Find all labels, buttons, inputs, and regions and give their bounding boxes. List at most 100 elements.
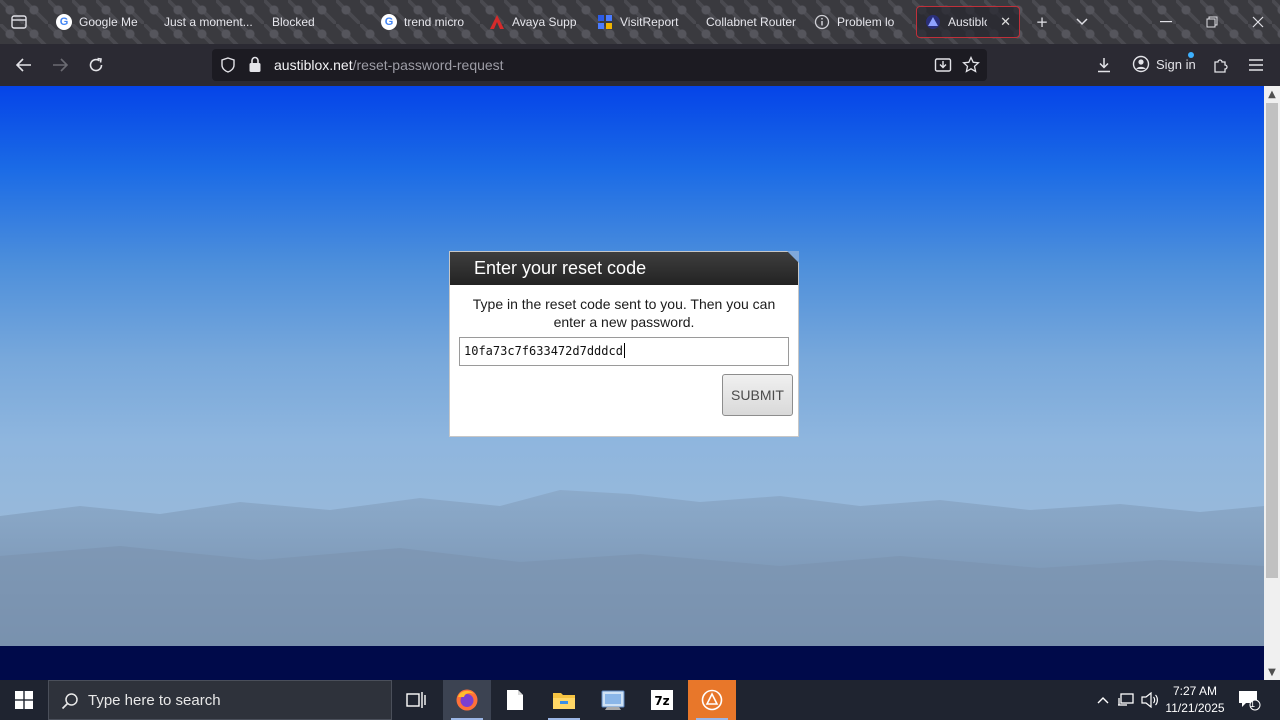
- taskbar-clock[interactable]: 7:27 AM 11/21/2025: [1160, 683, 1230, 717]
- taskbar-search-box[interactable]: Type here to search: [48, 680, 392, 720]
- windows-logo-icon: [15, 691, 33, 709]
- account-icon: [1132, 55, 1150, 73]
- visitreport-icon: [597, 14, 613, 30]
- taskbar-notepad[interactable]: [491, 680, 539, 720]
- puzzle-icon: [1214, 59, 1228, 73]
- download-icon: [1098, 58, 1110, 73]
- start-button[interactable]: [0, 680, 48, 720]
- tab-title: Google Me: [79, 15, 138, 29]
- tab-austiblox[interactable]: Austiblox ✕: [916, 6, 1020, 38]
- new-tab-button[interactable]: +: [1032, 12, 1052, 32]
- app-icon: [701, 689, 723, 711]
- bookmark-star-icon[interactable]: [962, 55, 980, 77]
- taskbar-firefox[interactable]: [443, 680, 491, 720]
- scroll-up-arrow-icon[interactable]: ▲: [1264, 86, 1280, 102]
- notification-count: 1: [1250, 699, 1256, 709]
- extensions-button[interactable]: [1208, 54, 1232, 76]
- google-g-icon: G: [56, 14, 72, 30]
- tab-title: Avaya Supp: [512, 15, 577, 29]
- firefox-icon: [456, 689, 478, 711]
- network-tray-button[interactable]: [1116, 680, 1136, 720]
- tab-visitreport[interactable]: VisitReport: [589, 6, 693, 38]
- tab-collabnet-router[interactable]: Collabnet Router: [698, 6, 802, 38]
- clock-date: 11/21/2025: [1165, 701, 1225, 715]
- chevron-up-icon: [1097, 697, 1109, 704]
- close-window-button[interactable]: [1248, 12, 1268, 32]
- install-page-icon[interactable]: [934, 56, 952, 77]
- task-view-button[interactable]: [392, 680, 440, 720]
- mountain-background-image: [0, 490, 1264, 651]
- tab-strip: G Google Me Just a moment... Blocked G t…: [0, 0, 1280, 44]
- close-icon: [1252, 16, 1264, 28]
- taskbar-7zip[interactable]: 7z: [638, 680, 686, 720]
- notification-center-button[interactable]: 1: [1236, 680, 1262, 720]
- scroll-thumb[interactable]: [1266, 103, 1278, 578]
- tab-title: VisitReport: [620, 15, 679, 29]
- sign-in-label: Sign in: [1156, 56, 1196, 72]
- taskbar-app[interactable]: [688, 680, 736, 720]
- volume-tray-button[interactable]: [1140, 680, 1160, 720]
- control-panel-icon: [601, 690, 625, 710]
- tab-list-button[interactable]: [8, 12, 30, 32]
- sign-in-button[interactable]: Sign in: [1132, 52, 1196, 73]
- url-text: austiblox.net/reset-password-request: [274, 57, 504, 73]
- tab-title: Blocked: [272, 15, 315, 29]
- screen: G Google Me Just a moment... Blocked G t…: [0, 0, 1280, 720]
- 7zip-icon: 7z: [651, 690, 673, 710]
- windows-taskbar: Type here to search 7z 7:27 AM 11/21/202…: [0, 680, 1280, 720]
- url-host: austiblox.net: [274, 57, 353, 73]
- austiblox-icon: [925, 14, 941, 30]
- restore-icon: [1206, 16, 1218, 28]
- tab-title: Problem lo: [837, 15, 895, 29]
- list-all-tabs-button[interactable]: [1072, 12, 1092, 32]
- forward-arrow-icon: [53, 58, 68, 72]
- forward-button[interactable]: [48, 54, 72, 76]
- chevron-down-icon: [1076, 18, 1088, 26]
- reset-code-dialog: Enter your reset code Type in the reset …: [449, 251, 799, 437]
- avaya-icon: [489, 14, 505, 30]
- tab-title: Austiblox: [948, 15, 987, 29]
- menu-button[interactable]: [1244, 54, 1268, 76]
- tab-avaya-support[interactable]: Avaya Supp: [481, 6, 585, 38]
- page-footer-band: [0, 646, 1264, 680]
- taskbar-control-panel[interactable]: [589, 680, 637, 720]
- url-path: /reset-password-request: [352, 57, 504, 73]
- downloads-button[interactable]: [1092, 54, 1116, 76]
- taskbar-file-explorer[interactable]: [540, 680, 588, 720]
- vertical-scrollbar[interactable]: ▲ ▼: [1264, 86, 1280, 680]
- tab-title: trend micro: [404, 15, 465, 29]
- tab-problem-loading[interactable]: Problem lo: [806, 6, 910, 38]
- minimize-button[interactable]: [1156, 12, 1176, 32]
- address-bar[interactable]: austiblox.net/reset-password-request: [212, 49, 987, 81]
- minimize-icon: [1160, 21, 1172, 23]
- reload-button[interactable]: [84, 54, 108, 76]
- back-arrow-icon: [16, 58, 31, 72]
- dialog-title: Enter your reset code: [450, 252, 798, 285]
- notification-dot: [1188, 52, 1194, 58]
- lock-icon[interactable]: [248, 56, 262, 76]
- notification-icon: [1239, 691, 1261, 711]
- tab-just-a-moment[interactable]: Just a moment...: [156, 6, 260, 38]
- tab-title: Just a moment...: [164, 15, 253, 29]
- dialog-message: Type in the reset code sent to you. Then…: [472, 296, 776, 330]
- info-icon: [814, 14, 830, 30]
- plus-icon: +: [1035, 13, 1049, 31]
- network-icon: [1118, 693, 1134, 706]
- tab-google-meet[interactable]: G Google Me: [48, 6, 148, 38]
- back-button[interactable]: [12, 54, 36, 76]
- clock-time: 7:27 AM: [1172, 684, 1218, 698]
- tracking-protection-icon[interactable]: [220, 57, 236, 76]
- page-viewport: Enter your reset code Type in the reset …: [0, 86, 1264, 680]
- tab-trend-micro[interactable]: G trend micro: [373, 6, 477, 38]
- submit-button[interactable]: SUBMIT: [722, 374, 793, 416]
- close-tab-icon[interactable]: ✕: [1000, 14, 1011, 30]
- dialog-corner-fold: [787, 251, 799, 263]
- show-hidden-icons-button[interactable]: [1094, 680, 1112, 720]
- notepad-icon: [507, 690, 523, 710]
- restore-button[interactable]: [1202, 12, 1222, 32]
- text-caret: [623, 343, 625, 358]
- tab-blocked[interactable]: Blocked: [264, 6, 368, 38]
- scroll-down-arrow-icon[interactable]: ▼: [1264, 664, 1280, 680]
- file-explorer-icon: [553, 693, 575, 709]
- reset-code-input[interactable]: 10fa73c7f633472d7dddcd: [459, 337, 789, 366]
